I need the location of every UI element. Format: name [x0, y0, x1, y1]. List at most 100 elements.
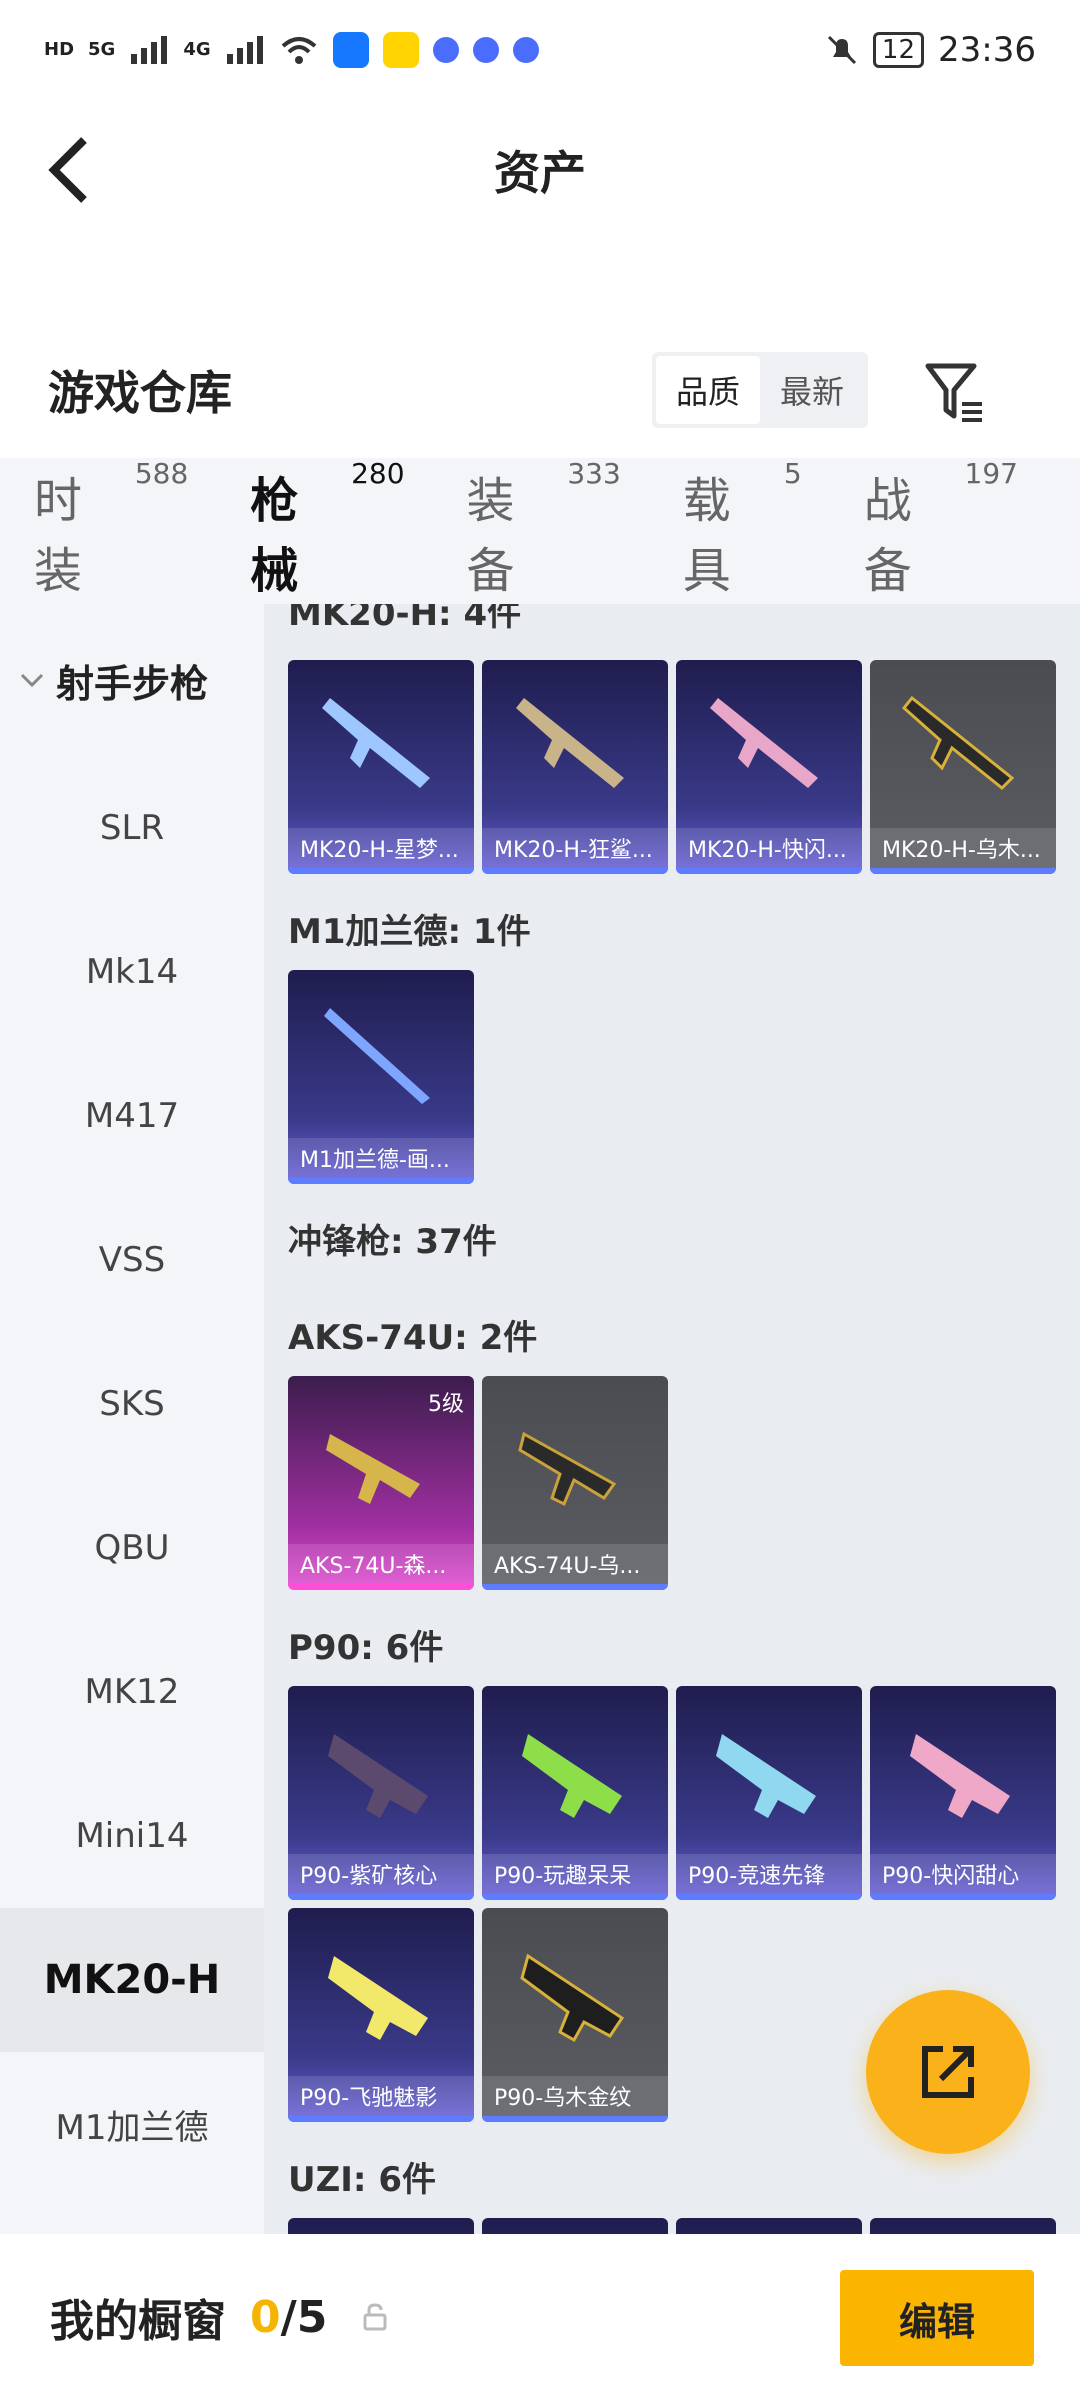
header: 资产 — [0, 100, 1080, 240]
clock: 23:36 — [938, 30, 1036, 70]
signal-icon — [131, 36, 168, 64]
app-dot-icon-3 — [512, 37, 539, 63]
smg-icon — [716, 1734, 816, 1818]
rarity-bar — [288, 1894, 474, 1900]
item-name: P90-紫矿核心 — [288, 1854, 474, 1894]
status-left: HD 5G 4G — [44, 32, 539, 68]
tab-count: 333 — [567, 457, 621, 490]
item-card[interactable]: MK20-H-星梦... — [288, 660, 474, 874]
tab-label: 载具 — [682, 473, 731, 599]
smg-icon — [520, 1953, 625, 2043]
sidebar-item-qbu[interactable]: QBU — [0, 1476, 264, 1620]
item-card[interactable] — [288, 2218, 474, 2234]
sidebar: 射手步枪 SLR Mk14 M417 VSS SKS QBU MK12 Mini… — [0, 604, 264, 2234]
share-out-icon — [922, 2046, 974, 2098]
rifle-icon — [324, 1008, 430, 1104]
item-name: AKS-74U-森... — [288, 1544, 474, 1584]
item-card[interactable]: P90-飞驰魅影 — [288, 1908, 474, 2122]
bell-off-icon — [827, 35, 856, 65]
item-card[interactable]: P90-快闪甜心 — [870, 1686, 1056, 1900]
section-title: 冲锋枪: 37件 — [288, 1222, 497, 1262]
item-card[interactable]: AKS-74U-乌... — [482, 1376, 668, 1590]
item-card[interactable]: P90-乌木金纹 — [482, 1908, 668, 2122]
sidebar-item-mk12[interactable]: MK12 — [0, 1620, 264, 1764]
lock-icon — [363, 2303, 387, 2331]
sidebar-item-mini14[interactable]: Mini14 — [0, 1764, 264, 1908]
app-dot-icon — [432, 37, 459, 63]
warehouse-row: 游戏仓库 品质 最新 — [0, 330, 1080, 450]
smg-icon — [328, 1956, 428, 2040]
item-name: MK20-H-乌木... — [870, 828, 1056, 868]
rarity-bar — [288, 1178, 474, 1184]
item-card[interactable] — [482, 2218, 668, 2234]
signal-icon-2 — [226, 36, 263, 64]
section-title: P90: 6件 — [288, 1628, 444, 1668]
tab-label: 枪械 — [250, 473, 299, 599]
app-store-icon — [332, 32, 369, 68]
showcase-count-total: /5 — [280, 2291, 328, 2343]
item-card[interactable] — [870, 2218, 1056, 2234]
item-name: P90-乌木金纹 — [482, 2076, 668, 2116]
item-card[interactable]: MK20-H-乌木... — [870, 660, 1056, 874]
tab-fashion[interactable]: 时装 588 — [34, 457, 188, 601]
item-card[interactable]: M1加兰德-画... — [288, 970, 474, 1184]
item-name: MK20-H-星梦... — [288, 828, 474, 868]
rarity-bar — [676, 1894, 862, 1900]
item-name: MK20-H-狂鲨... — [482, 828, 668, 868]
item-name: AKS-74U-乌... — [482, 1544, 668, 1584]
sort-quality-button[interactable]: 品质 — [656, 356, 760, 424]
tab-equipment[interactable]: 装备 333 — [466, 457, 621, 601]
tab-count: 5 — [783, 457, 802, 490]
sidebar-item-mk14[interactable]: Mk14 — [0, 900, 264, 1044]
item-name: MK20-H-快闪... — [676, 828, 862, 868]
item-grid: MK20-H: 4件 MK20-H-星梦... MK20-H-狂鲨... MK2… — [264, 604, 1080, 2234]
sort-latest-button[interactable]: 最新 — [760, 356, 864, 424]
section-title: M1加兰德: 1件 — [288, 912, 531, 952]
category-tabs: 时装 588 枪械 280 装备 333 载具 5 战备 197 — [0, 457, 1080, 627]
tab-count: 280 — [351, 457, 405, 490]
smg-icon — [328, 1734, 428, 1818]
battery-indicator: 12 — [872, 32, 925, 68]
showcase-label: 我的橱窗 — [50, 2296, 226, 2347]
sidebar-group-label: 射手步枪 — [56, 661, 209, 706]
item-card[interactable]: MK20-H-快闪... — [676, 660, 862, 874]
rarity-bar — [870, 868, 1056, 874]
item-card[interactable] — [676, 2218, 862, 2234]
tab-label: 战备 — [863, 473, 912, 599]
sidebar-item-m417[interactable]: M417 — [0, 1044, 264, 1188]
sidebar-item-slr[interactable]: SLR — [0, 756, 264, 900]
smg-icon — [518, 1431, 617, 1507]
tab-count: 588 — [134, 457, 189, 490]
item-card[interactable]: P90-紫矿核心 — [288, 1686, 474, 1900]
item-card[interactable]: P90-玩趣呆呆 — [482, 1686, 668, 1900]
showcase-count-current: 0 — [250, 2291, 281, 2343]
item-name: M1加兰德-画... — [288, 1138, 474, 1178]
sidebar-item-sks[interactable]: SKS — [0, 1332, 264, 1476]
tab-label: 时装 — [34, 473, 83, 599]
sidebar-item-mk20h[interactable]: MK20-H — [0, 1908, 264, 2052]
status-bar: HD 5G 4G 12 23:36 — [0, 0, 1080, 100]
sidebar-item-m1-garand[interactable]: M1加兰德 — [0, 2052, 264, 2196]
sidebar-group-marksman[interactable]: 射手步枪 — [0, 604, 264, 756]
tab-label: 装备 — [466, 473, 515, 599]
tab-firearms[interactable]: 枪械 280 — [250, 457, 405, 627]
sidebar-item-vss[interactable]: VSS — [0, 1188, 264, 1332]
rarity-bar — [482, 1584, 668, 1590]
section-title: UZI: 6件 — [288, 2160, 437, 2200]
item-card[interactable]: 5级 AKS-74U-森... — [288, 1376, 474, 1590]
tab-vehicles[interactable]: 载具 5 — [682, 457, 802, 601]
item-name: P90-玩趣呆呆 — [482, 1854, 668, 1894]
chevron-left-icon[interactable] — [40, 132, 100, 208]
hd-indicator: HD — [44, 39, 75, 60]
filter-icon[interactable] — [922, 358, 988, 424]
item-card[interactable]: MK20-H-狂鲨... — [482, 660, 668, 874]
showcase-bar: 我的橱窗 0/5 编辑 — [0, 2234, 1080, 2400]
rarity-bar — [288, 2116, 474, 2122]
showcase-count: 0/5 — [250, 2292, 327, 2343]
item-card[interactable]: P90-竞速先锋 — [676, 1686, 862, 1900]
share-button[interactable] — [866, 1990, 1030, 2154]
app-dot-icon-2 — [472, 37, 499, 63]
tab-supplies[interactable]: 战备 197 — [863, 457, 1018, 601]
edit-button[interactable]: 编辑 — [840, 2270, 1034, 2366]
item-name: P90-飞驰魅影 — [288, 2076, 474, 2116]
